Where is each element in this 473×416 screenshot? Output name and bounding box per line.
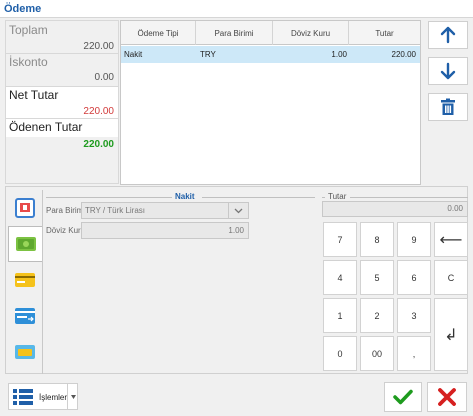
cash-section-title: Nakit (175, 192, 195, 201)
voucher-icon (15, 198, 35, 218)
key-comma[interactable]: , (397, 336, 431, 371)
section-divider (46, 197, 172, 198)
section-divider (202, 197, 315, 198)
key-2[interactable]: 2 (360, 298, 394, 333)
tab-gift-voucher[interactable] (8, 190, 42, 226)
payment-window: Ödeme Toplam 220.00 İskonto 0.00 Net Tut… (0, 0, 473, 416)
payment-type-tabs (8, 190, 42, 372)
key-5[interactable]: 5 (360, 260, 394, 295)
cash-icon (15, 237, 36, 251)
trash-icon (441, 98, 455, 115)
key-00[interactable]: 00 (360, 336, 394, 371)
gift-card-icon (15, 308, 35, 324)
chevron-down-icon (234, 208, 243, 213)
card-icon (15, 345, 35, 359)
para-birimi-dropdown-button[interactable] (228, 203, 248, 218)
tab-gift-card[interactable] (8, 298, 42, 334)
para-birimi-value: TRY / Türk Lirası (85, 206, 146, 215)
checkmark-icon (393, 389, 413, 405)
tab-cash[interactable] (8, 226, 42, 262)
key-4[interactable]: 4 (323, 260, 357, 295)
islemler-button[interactable]: İşlemler (8, 383, 78, 410)
odenen-tutar-value: 220.00 (83, 139, 114, 150)
list-icon (13, 389, 33, 405)
close-icon (438, 388, 456, 406)
cancel-button[interactable] (427, 382, 467, 412)
move-down-button[interactable] (428, 57, 468, 85)
key-8[interactable]: 8 (360, 222, 394, 257)
iskonto-label: İskonto (9, 55, 48, 69)
window-title: Ödeme (4, 3, 42, 15)
doviz-kuru-input[interactable]: 1.00 (81, 222, 249, 239)
key-7[interactable]: 7 (323, 222, 357, 257)
key-1[interactable]: 1 (323, 298, 357, 333)
section-divider (350, 197, 468, 198)
net-tutar-value: 220.00 (83, 106, 114, 117)
caret-down-icon (70, 394, 76, 399)
key-0[interactable]: 0 (323, 336, 357, 371)
ok-button[interactable] (384, 382, 422, 412)
key-9[interactable]: 9 (397, 222, 431, 257)
tab-other-card[interactable] (8, 334, 42, 370)
toplam-value: 220.00 (83, 41, 114, 52)
toplam-label: Toplam (9, 23, 48, 37)
tab-credit-card[interactable] (8, 262, 42, 298)
credit-card-icon (15, 273, 35, 287)
islemler-label: İşlemler (39, 393, 68, 402)
divider (6, 86, 118, 87)
table-row[interactable]: Nakit TRY 1.00 220.00 (121, 46, 420, 63)
clear-key[interactable]: C (434, 260, 468, 295)
iskonto-value: 0.00 (94, 72, 114, 83)
para-birimi-label: Para Birimi (46, 206, 86, 215)
para-birimi-select[interactable]: TRY / Türk Lirası (81, 202, 249, 219)
column-header-odeme-tipi[interactable]: Ödeme Tipi (121, 21, 196, 45)
tutar-input[interactable]: 0.00 (322, 201, 468, 217)
cell-doviz-kuru: 1.00 (331, 50, 347, 59)
odenen-tutar-label: Ödenen Tutar (9, 120, 83, 134)
cell-odeme-tipi: Nakit (124, 50, 143, 59)
net-tutar-label: Net Tutar (9, 88, 59, 102)
section-divider (322, 197, 325, 198)
backspace-key[interactable]: ⟵ (434, 222, 468, 257)
divider (6, 118, 118, 119)
title-bar: Ödeme (0, 0, 473, 18)
key-3[interactable]: 3 (397, 298, 431, 333)
tutar-section-title: Tutar (328, 192, 347, 201)
divider (6, 53, 118, 54)
column-header-doviz-kuru[interactable]: Döviz Kuru (273, 21, 349, 45)
enter-key[interactable]: ↲ (434, 298, 468, 371)
cell-para-birimi: TRY (200, 50, 216, 59)
payment-grid[interactable]: Ödeme Tipi Para Birimi Döviz Kuru Tutar … (120, 20, 421, 185)
column-header-para-birimi[interactable]: Para Birimi (196, 21, 273, 45)
arrow-down-icon (440, 62, 456, 80)
islemler-dropdown-button[interactable] (67, 384, 78, 409)
key-6[interactable]: 6 (397, 260, 431, 295)
doviz-kuru-label: Döviz Kuru (46, 226, 86, 235)
move-up-button[interactable] (428, 21, 468, 49)
grid-header: Ödeme Tipi Para Birimi Döviz Kuru Tutar (121, 21, 420, 45)
column-header-tutar[interactable]: Tutar (349, 21, 420, 45)
cell-tutar: 220.00 (391, 50, 416, 59)
summary-panel: Toplam 220.00 İskonto 0.00 Net Tutar 220… (5, 20, 119, 184)
delete-button[interactable] (428, 93, 468, 121)
arrow-up-icon (440, 26, 456, 44)
